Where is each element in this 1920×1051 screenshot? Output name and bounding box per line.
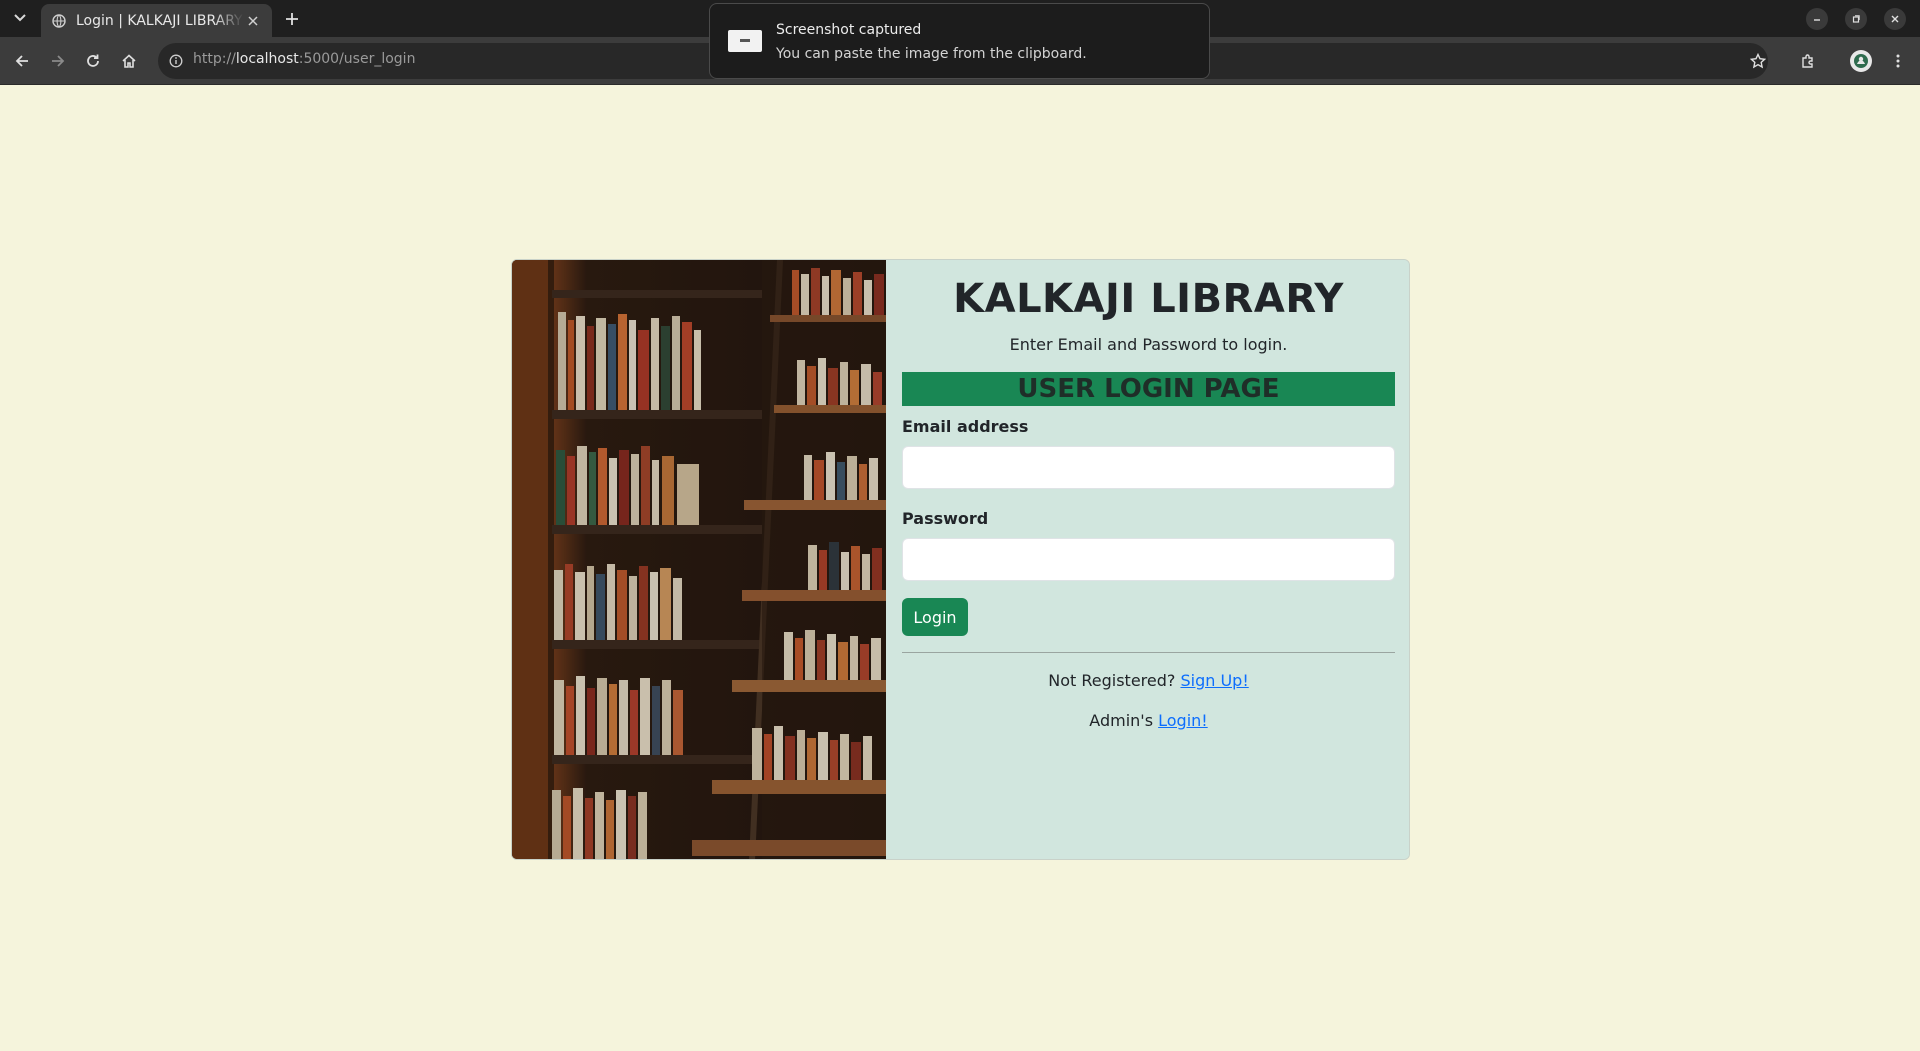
window-close-icon[interactable] <box>1884 8 1906 30</box>
admin-login-line: Admin's Login! <box>886 711 1409 730</box>
avatar <box>1850 50 1872 72</box>
restore-icon[interactable] <box>1845 8 1867 30</box>
login-subtitle: Enter Email and Password to login. <box>1009 335 1288 354</box>
password-field[interactable] <box>902 538 1395 581</box>
browser-tab[interactable]: Login | KALKAJI LIBRARY <box>41 4 272 37</box>
plus-icon[interactable] <box>280 7 304 31</box>
password-label: Password <box>902 509 989 528</box>
notification-title: Screenshot captured <box>776 22 922 38</box>
signup-link[interactable]: Sign Up! <box>1180 671 1248 690</box>
star-icon[interactable] <box>1746 49 1770 73</box>
back-icon[interactable] <box>10 49 34 73</box>
forward-icon[interactable] <box>46 49 70 73</box>
profile-icon[interactable] <box>1849 49 1873 73</box>
bookshelf-image <box>512 260 886 859</box>
screenshot-notification[interactable]: Screenshot captured You can paste the im… <box>709 3 1210 79</box>
home-icon[interactable] <box>117 49 141 73</box>
url-host: localhost <box>235 51 299 67</box>
admin-text: Admin's <box>1089 711 1154 730</box>
admin-login-link[interactable]: Login! <box>1158 711 1208 730</box>
tab-title: Login | KALKAJI LIBRARY <box>76 12 243 29</box>
divider <box>902 652 1395 653</box>
url-scheme: http:// <box>193 51 236 67</box>
login-banner: USER LOGIN PAGE <box>902 372 1395 406</box>
url-text[interactable]: http://localhost:5000/user_login <box>193 51 415 67</box>
tab-list-icon[interactable] <box>8 8 32 28</box>
info-icon[interactable] <box>166 51 186 71</box>
not-registered-text: Not Registered? <box>1048 671 1176 690</box>
globe-icon <box>51 13 67 29</box>
login-button[interactable]: Login <box>902 598 968 636</box>
extensions-icon[interactable] <box>1796 49 1820 73</box>
page-title: KALKAJI LIBRARY <box>953 276 1344 322</box>
email-field[interactable] <box>902 446 1395 489</box>
notification-body: You can paste the image from the clipboa… <box>776 46 1087 62</box>
minimize-icon[interactable] <box>1806 8 1828 30</box>
signup-line: Not Registered? Sign Up! <box>886 671 1409 690</box>
email-label: Email address <box>902 417 1029 436</box>
login-card: KALKAJI LIBRARY Enter Email and Password… <box>511 259 1410 860</box>
login-panel: KALKAJI LIBRARY Enter Email and Password… <box>886 260 1409 859</box>
close-icon[interactable] <box>244 12 262 30</box>
reload-icon[interactable] <box>81 49 105 73</box>
menu-icon[interactable] <box>1886 49 1910 73</box>
url-path: :5000/user_login <box>298 51 416 67</box>
screenshot-thumbnail-icon <box>728 30 762 52</box>
